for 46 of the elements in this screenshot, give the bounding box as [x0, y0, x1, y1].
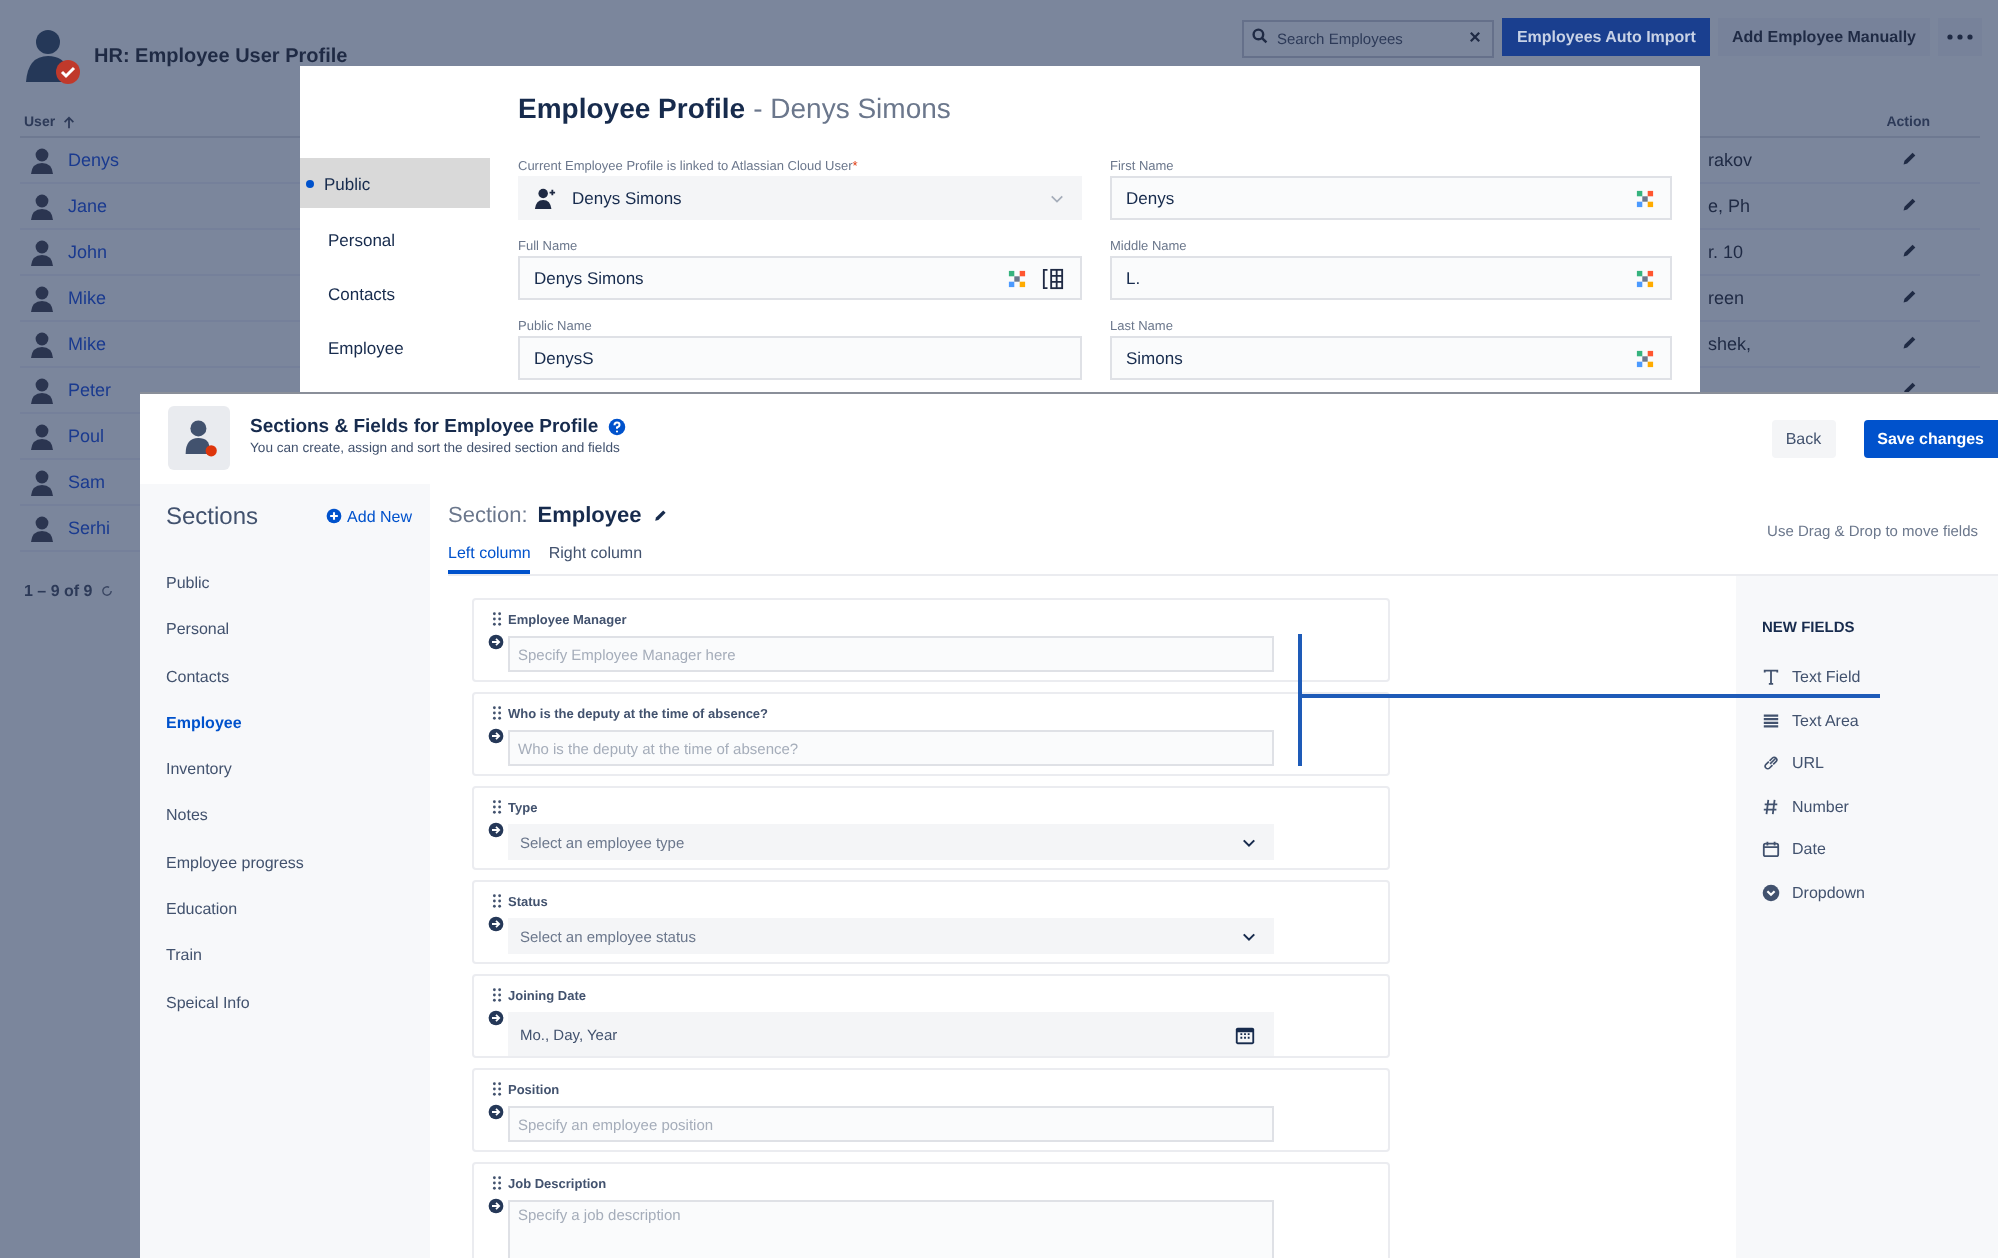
sections-heading: Sections	[166, 502, 259, 530]
section-item[interactable]: Personal	[166, 618, 430, 666]
section-name: Employee	[537, 504, 642, 528]
column-tab[interactable]: Left column	[448, 544, 531, 574]
new-field-item[interactable]: Text Area	[1762, 699, 1998, 742]
pagination-text: 1 – 9 of 9	[24, 582, 93, 600]
header-button[interactable]: Employees Auto Import	[1502, 17, 1710, 55]
nav-item[interactable]: Contacts	[300, 266, 490, 320]
new-field-item[interactable]: Number	[1762, 785, 1998, 828]
add-new-link[interactable]: Add New	[325, 507, 412, 525]
new-field-item[interactable]: Dropdown	[1762, 871, 1998, 914]
section-item[interactable]: Public	[166, 572, 430, 619]
table-cell: shek,	[1708, 334, 1752, 354]
save-button[interactable]: Save changes	[1863, 420, 1998, 458]
section-item[interactable]: Education	[166, 898, 430, 945]
dialog-title: Employee Profile	[518, 92, 746, 124]
section-item[interactable]: Employee	[166, 711, 430, 759]
table-cell: r. 10	[1708, 242, 1744, 262]
section-item[interactable]: Employee progress	[166, 851, 430, 899]
section-item[interactable]: Train	[166, 944, 430, 992]
nav-item[interactable]: Public	[300, 158, 490, 208]
nav-item[interactable]: Personal	[300, 212, 490, 266]
table-cell: e, Ph	[1708, 196, 1751, 216]
app-title: HR: Employee User Profile	[94, 45, 348, 67]
new-field-item[interactable]: URL	[1762, 742, 1998, 785]
section-item[interactable]: Inventory	[166, 758, 430, 805]
panel-title: Sections & Fields for Employee Profile	[250, 416, 599, 438]
header-button[interactable]: Add Employee Manually	[1717, 17, 1930, 55]
new-field-item[interactable]: Text Field	[1762, 656, 1998, 699]
table-cell: rakov	[1708, 150, 1753, 170]
section-item[interactable]: Notes	[166, 804, 430, 852]
input-field[interactable]: Denys	[1110, 176, 1672, 220]
input-field[interactable]: Denys Simons	[518, 256, 1082, 300]
back-button[interactable]: Back	[1771, 420, 1836, 458]
section-item[interactable]: Speical Info	[166, 991, 430, 1038]
column-tab[interactable]: Right column	[548, 544, 643, 574]
table-cell: reen	[1708, 288, 1745, 308]
employee-name: - Denys Simons	[753, 92, 951, 124]
new-field-item[interactable]: Date	[1762, 828, 1998, 871]
input-field[interactable]: L.	[1110, 256, 1672, 300]
section-label: Section:	[448, 504, 528, 528]
input-field[interactable]: Denys Simons	[518, 176, 1082, 220]
section-item[interactable]: Contacts	[166, 665, 430, 712]
input-field[interactable]: Simons	[1110, 336, 1672, 380]
nav-item[interactable]: Employee	[300, 320, 490, 374]
input-field[interactable]: DenysS	[518, 336, 1082, 380]
